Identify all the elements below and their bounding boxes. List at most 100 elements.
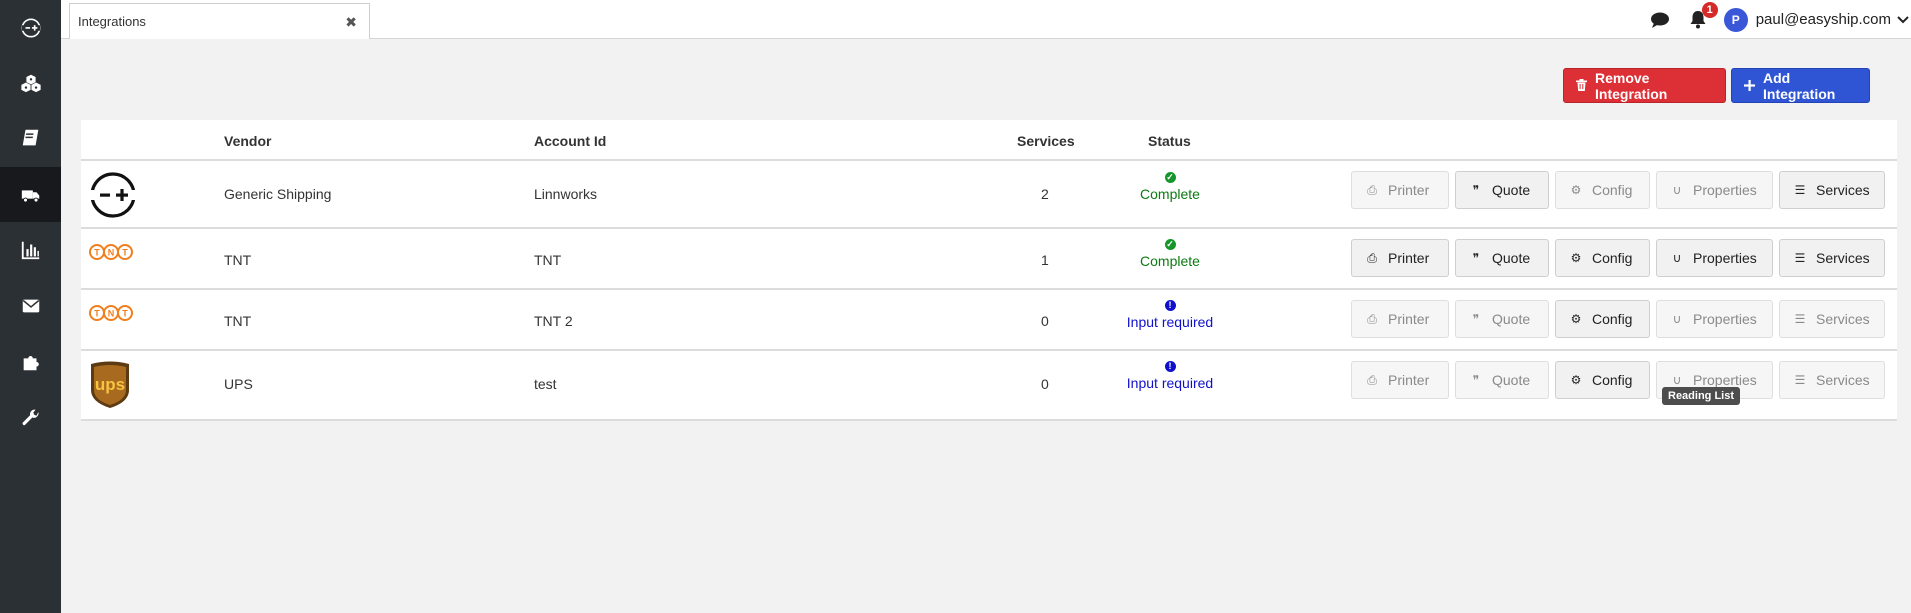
config-button[interactable]: ⚙ Config <box>1555 361 1650 399</box>
remove-integration-label: Remove Integration <box>1595 69 1668 102</box>
list-icon: ☰ <box>1794 373 1806 387</box>
tnt-logo: T N T <box>89 244 133 260</box>
printer-label: Printer <box>1388 311 1430 327</box>
table-row[interactable]: Generic Shipping Linnworks 2 ✓ Complete … <box>81 161 1897 229</box>
printer-button[interactable]: ⎙ Printer <box>1351 171 1449 209</box>
magnet-icon: ∪ <box>1672 183 1682 197</box>
printer-button[interactable]: ⎙ Printer <box>1351 361 1449 399</box>
properties-label: Properties <box>1693 372 1757 388</box>
printer-icon: ⎙ <box>1367 311 1377 326</box>
sidebar-item-messages[interactable] <box>0 278 61 333</box>
column-header-account-id[interactable]: Account Id <box>534 133 606 149</box>
gear-icon: ⚙ <box>1570 312 1582 326</box>
sidebar-item-carriers[interactable] <box>0 167 61 222</box>
services-button[interactable]: ☰ Services <box>1779 239 1885 277</box>
printer-icon: ⎙ <box>1367 250 1377 265</box>
properties-button[interactable]: ∪ Properties <box>1656 300 1773 338</box>
book-icon <box>22 129 38 145</box>
status-text: Input required <box>1126 314 1214 330</box>
list-icon: ☰ <box>1794 183 1806 197</box>
vendor-name: Generic Shipping <box>224 186 332 202</box>
table-row[interactable]: T N T TNT TNT 1 ✓ Complete ⎙ Printer ❞ Quo… <box>81 229 1897 290</box>
printer-label: Printer <box>1388 250 1430 266</box>
ups-logo: ups <box>91 361 129 408</box>
remove-integration-button[interactable]: Remove Integration <box>1563 68 1726 103</box>
quote-icon: ❞ <box>1472 251 1480 265</box>
quote-button[interactable]: ❞ Quote <box>1455 239 1549 277</box>
printer-button[interactable]: ⎙ Printer <box>1351 239 1449 277</box>
chat-icon <box>1650 12 1669 28</box>
tab-integrations[interactable]: Integrations ✖ <box>69 3 370 39</box>
config-button[interactable]: ⚙ Config <box>1555 300 1650 338</box>
add-integration-button[interactable]: Add Integration <box>1731 68 1870 103</box>
svg-text:T: T <box>94 248 100 258</box>
printer-icon: ⎙ <box>1367 372 1377 387</box>
sidebar-item-book[interactable] <box>0 110 61 165</box>
services-count: 0 <box>1041 313 1049 329</box>
magnet-icon: ∪ <box>1672 312 1682 326</box>
properties-label: Properties <box>1693 250 1757 266</box>
svg-text:N: N <box>108 309 115 319</box>
list-icon: ☰ <box>1794 312 1806 326</box>
list-icon: ☰ <box>1794 251 1806 265</box>
services-count: 1 <box>1041 252 1049 268</box>
services-button[interactable]: ☰ Services <box>1779 361 1885 399</box>
printer-label: Printer <box>1388 372 1430 388</box>
services-label: Services <box>1816 311 1870 327</box>
sidebar-item-settings[interactable] <box>0 390 61 445</box>
vendor-name: TNT <box>224 313 252 329</box>
column-header-vendor[interactable]: Vendor <box>224 133 271 149</box>
quote-label: Quote <box>1492 372 1531 388</box>
gear-icon: ⚙ <box>1570 251 1582 265</box>
avatar[interactable]: P <box>1723 7 1748 32</box>
quote-icon: ❞ <box>1472 183 1480 197</box>
column-header-status[interactable]: Status <box>1148 133 1191 149</box>
config-button[interactable]: ⚙ Config <box>1555 239 1650 277</box>
vendor-name: UPS <box>224 376 253 392</box>
properties-label: Properties <box>1693 182 1757 198</box>
sidebar <box>0 0 61 613</box>
vendor-name: TNT <box>224 252 252 268</box>
magnet-icon: ∪ <box>1672 373 1682 387</box>
chevron-down-icon[interactable] <box>1897 15 1909 24</box>
status-badge: ! Input required <box>1110 361 1230 391</box>
quote-label: Quote <box>1492 311 1531 327</box>
user-email[interactable]: paul@easyship.com <box>1756 11 1891 28</box>
generic-shipping-logo <box>89 172 137 218</box>
quote-button[interactable]: ❞ Quote <box>1455 171 1549 209</box>
status-badge: ✓ Complete <box>1110 172 1230 202</box>
quote-button[interactable]: ❞ Quote <box>1455 300 1549 338</box>
sidebar-item-shipments[interactable] <box>0 55 61 110</box>
properties-label: Properties <box>1693 311 1757 327</box>
account-id: test <box>534 376 557 392</box>
quote-button[interactable]: ❞ Quote <box>1455 361 1549 399</box>
svg-text:T: T <box>122 248 128 258</box>
table-row[interactable]: ups UPS test 0 ! Input required ⎙ Printer… <box>81 351 1897 421</box>
exclamation-circle-icon: ! <box>1164 361 1176 372</box>
config-label: Config <box>1592 311 1633 327</box>
services-label: Services <box>1816 372 1870 388</box>
chat-button[interactable] <box>1648 8 1672 32</box>
services-button[interactable]: ☰ Services <box>1779 171 1885 209</box>
config-label: Config <box>1592 182 1633 198</box>
table-row[interactable]: T N T TNT TNT 2 0 ! Input required ⎙ Prin… <box>81 290 1897 351</box>
boxes-icon <box>20 74 41 92</box>
printer-icon: ⎙ <box>1367 182 1377 197</box>
properties-button[interactable]: ∪ Properties <box>1656 239 1773 277</box>
config-button[interactable]: ⚙ Config <box>1555 171 1650 209</box>
sidebar-item-reports[interactable] <box>0 222 61 277</box>
printer-button[interactable]: ⎙ Printer <box>1351 300 1449 338</box>
top-bar: Integrations ✖ 1 P paul@easyship.com <box>61 0 1911 39</box>
plus-icon <box>1744 78 1755 94</box>
column-header-services[interactable]: Services <box>1017 133 1075 149</box>
quote-label: Quote <box>1492 250 1531 266</box>
tab-label: Integrations <box>78 14 146 29</box>
notifications-button[interactable]: 1 <box>1686 1 1718 32</box>
app-logo-button[interactable] <box>0 0 61 55</box>
properties-button[interactable]: ∪ Properties <box>1656 171 1773 209</box>
services-button[interactable]: ☰ Services <box>1779 300 1885 338</box>
close-icon[interactable]: ✖ <box>345 15 357 29</box>
sidebar-item-integrations[interactable] <box>0 334 61 389</box>
gear-icon: ⚙ <box>1570 183 1582 197</box>
account-id: TNT 2 <box>534 313 573 329</box>
